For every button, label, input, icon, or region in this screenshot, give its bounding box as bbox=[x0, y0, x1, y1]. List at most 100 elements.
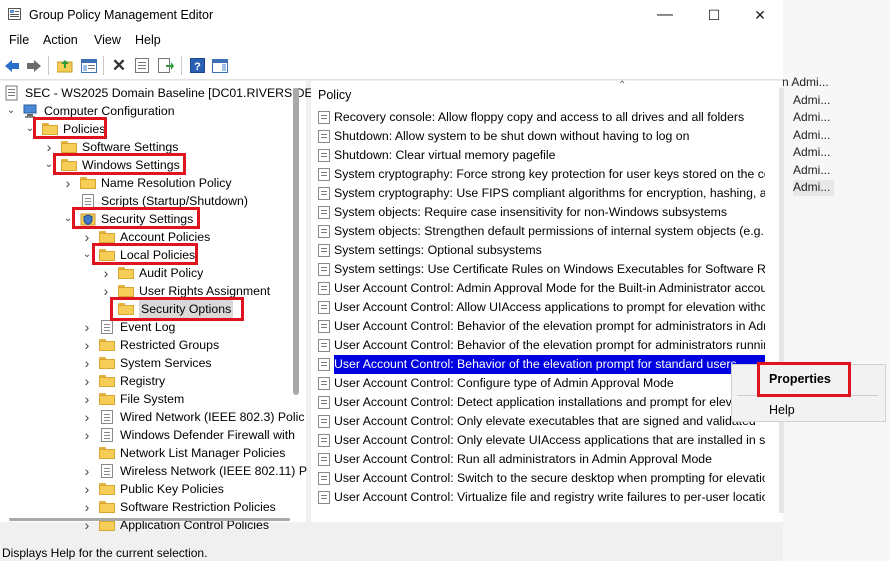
policy-setting-icon bbox=[318, 396, 330, 409]
tree-node-windows-defender-firewall-with[interactable]: Windows Defender Firewall with bbox=[120, 426, 295, 444]
background-list-item: Admi... bbox=[793, 92, 831, 107]
tree-node-audit-policy[interactable]: Audit Policy bbox=[139, 264, 203, 282]
back-arrow-icon[interactable] bbox=[3, 57, 21, 74]
policy-row[interactable]: User Account Control: Detect application… bbox=[318, 393, 765, 412]
up-folder-icon[interactable] bbox=[56, 57, 74, 74]
policy-setting-icon bbox=[318, 377, 330, 390]
tree-node-public-key-policies[interactable]: Public Key Policies bbox=[120, 480, 224, 498]
maximize-button[interactable]: ☐ bbox=[691, 0, 737, 30]
folder-icon bbox=[99, 480, 116, 498]
delete-icon[interactable]: ✕ bbox=[110, 56, 128, 75]
toolbar-separator bbox=[48, 56, 49, 75]
gpo-document-icon bbox=[4, 84, 21, 102]
policy-row[interactable]: User Account Control: Behavior of the el… bbox=[318, 336, 765, 355]
policy-row-selected[interactable]: User Account Control: Behavior of the el… bbox=[318, 355, 765, 374]
chevron-right-icon[interactable]: › bbox=[82, 426, 92, 444]
policy-document-icon bbox=[99, 426, 116, 444]
policy-row[interactable]: User Account Control: Allow UIAccess app… bbox=[318, 298, 765, 317]
close-button[interactable]: ✕ bbox=[737, 0, 783, 30]
context-menu-help[interactable]: Help bbox=[769, 403, 795, 417]
policy-row[interactable]: User Account Control: Only elevate UIAcc… bbox=[318, 431, 765, 450]
policy-setting-icon bbox=[318, 149, 330, 162]
svg-text:?: ? bbox=[194, 61, 201, 73]
policy-setting-icon bbox=[318, 187, 330, 200]
policy-row[interactable]: User Account Control: Run all administra… bbox=[318, 450, 765, 469]
policy-setting-icon bbox=[318, 263, 330, 276]
policy-setting-icon bbox=[318, 301, 330, 314]
export-list-icon[interactable] bbox=[157, 57, 175, 74]
menu-action[interactable]: Action bbox=[43, 33, 78, 47]
tree-node-registry[interactable]: Registry bbox=[120, 372, 165, 390]
menu-help[interactable]: Help bbox=[135, 33, 161, 47]
policy-row[interactable]: User Account Control: Switch to the secu… bbox=[318, 469, 765, 488]
tree-node-file-system[interactable]: File System bbox=[120, 390, 184, 408]
properties-icon[interactable] bbox=[133, 57, 151, 74]
chevron-down-icon[interactable]: ⌄ bbox=[82, 246, 92, 264]
tree-root-gpo[interactable]: SEC - WS2025 Domain Baseline [DC01.RIVER… bbox=[25, 84, 323, 102]
chevron-right-icon[interactable]: › bbox=[82, 462, 92, 480]
chevron-right-icon[interactable]: › bbox=[82, 498, 92, 516]
tree-node-software-restriction-policies[interactable]: Software Restriction Policies bbox=[120, 498, 276, 516]
tree-vertical-scrollbar[interactable] bbox=[293, 88, 299, 395]
policy-row[interactable]: User Account Control: Behavior of the el… bbox=[318, 317, 765, 336]
policy-row-label: User Account Control: Switch to the secu… bbox=[334, 471, 765, 485]
forward-arrow-icon[interactable] bbox=[25, 57, 43, 74]
policy-row-label: User Account Control: Behavior of the el… bbox=[334, 355, 765, 374]
policy-row[interactable]: System objects: Require case insensitivi… bbox=[318, 203, 765, 222]
policy-row[interactable]: Shutdown: Allow system to be shut down w… bbox=[318, 127, 765, 146]
tree-node-system-services[interactable]: System Services bbox=[120, 354, 212, 372]
chevron-right-icon[interactable]: › bbox=[82, 228, 92, 246]
menu-file[interactable]: File bbox=[9, 33, 29, 47]
show-hide-tree-icon[interactable] bbox=[80, 57, 98, 74]
highlight-box-security-settings bbox=[72, 207, 200, 229]
chevron-right-icon[interactable]: › bbox=[101, 264, 111, 282]
policy-row-label: User Account Control: Admin Approval Mod… bbox=[334, 281, 765, 295]
minimize-button[interactable]: — bbox=[642, 0, 688, 30]
policy-row-label: System objects: Require case insensitivi… bbox=[334, 205, 727, 219]
policy-setting-icon bbox=[318, 472, 330, 485]
policy-row[interactable]: System settings: Use Certificate Rules o… bbox=[318, 260, 765, 279]
folder-icon bbox=[99, 444, 116, 462]
tree-node-restricted-groups[interactable]: Restricted Groups bbox=[120, 336, 219, 354]
policy-document-icon bbox=[99, 462, 116, 480]
background-list-item: Admi... bbox=[793, 145, 831, 159]
chevron-right-icon[interactable]: › bbox=[63, 174, 73, 192]
policy-setting-icon bbox=[318, 130, 330, 143]
chevron-right-icon[interactable]: › bbox=[82, 336, 92, 354]
policy-row[interactable]: User Account Control: Configure type of … bbox=[318, 374, 765, 393]
policy-row[interactable]: Recovery console: Allow floppy copy and … bbox=[318, 108, 765, 127]
chevron-right-icon[interactable]: › bbox=[82, 480, 92, 498]
policy-row[interactable]: User Account Control: Admin Approval Mod… bbox=[318, 279, 765, 298]
chevron-right-icon[interactable]: › bbox=[82, 390, 92, 408]
policy-row[interactable]: System objects: Strengthen default permi… bbox=[318, 222, 765, 241]
policy-row-label: System cryptography: Force strong key pr… bbox=[334, 167, 765, 181]
policy-row[interactable]: System cryptography: Use FIPS compliant … bbox=[318, 184, 765, 203]
chevron-right-icon[interactable]: › bbox=[82, 372, 92, 390]
policy-row[interactable]: User Account Control: Virtualize file an… bbox=[318, 488, 765, 507]
chevron-down-icon[interactable]: ⌄ bbox=[6, 102, 16, 120]
policy-row[interactable]: System cryptography: Force strong key pr… bbox=[318, 165, 765, 184]
sort-chevron-up-icon: ⌃ bbox=[618, 80, 627, 91]
chevron-right-icon[interactable]: › bbox=[82, 354, 92, 372]
policy-row[interactable]: Shutdown: Clear virtual memory pagefile bbox=[318, 146, 765, 165]
column-header-policy[interactable]: Policy bbox=[318, 88, 351, 102]
chevron-right-icon[interactable]: › bbox=[82, 318, 92, 336]
policy-row[interactable]: User Account Control: Only elevate execu… bbox=[318, 412, 765, 431]
policy-row[interactable]: System settings: Optional subsystems bbox=[318, 241, 765, 260]
tree-node-name-resolution-policy[interactable]: Name Resolution Policy bbox=[101, 174, 232, 192]
policy-document-icon bbox=[99, 408, 116, 426]
policy-setting-icon bbox=[318, 206, 330, 219]
tree-horizontal-scrollbar[interactable] bbox=[9, 518, 290, 521]
menu-view[interactable]: View bbox=[94, 33, 121, 47]
tree-node-network-list-manager-policies[interactable]: Network List Manager Policies bbox=[120, 444, 285, 462]
help-icon[interactable]: ? bbox=[188, 57, 206, 74]
title-bar: Group Policy Management Editor — ☐ ✕ bbox=[0, 0, 783, 30]
policy-setting-icon bbox=[318, 415, 330, 428]
tree-node-wired-network-ieee-802-3-polic[interactable]: Wired Network (IEEE 802.3) Polic bbox=[120, 408, 305, 426]
list-vertical-scrollbar[interactable] bbox=[779, 88, 784, 513]
chevron-right-icon[interactable]: › bbox=[82, 408, 92, 426]
tree-node-wireless-network-ieee-802-11-p[interactable]: Wireless Network (IEEE 802.11) P bbox=[120, 462, 307, 480]
policy-setting-icon bbox=[318, 244, 330, 257]
policy-row-label: User Account Control: Detect application… bbox=[334, 395, 743, 409]
show-hide-action-pane-icon[interactable] bbox=[211, 57, 229, 74]
